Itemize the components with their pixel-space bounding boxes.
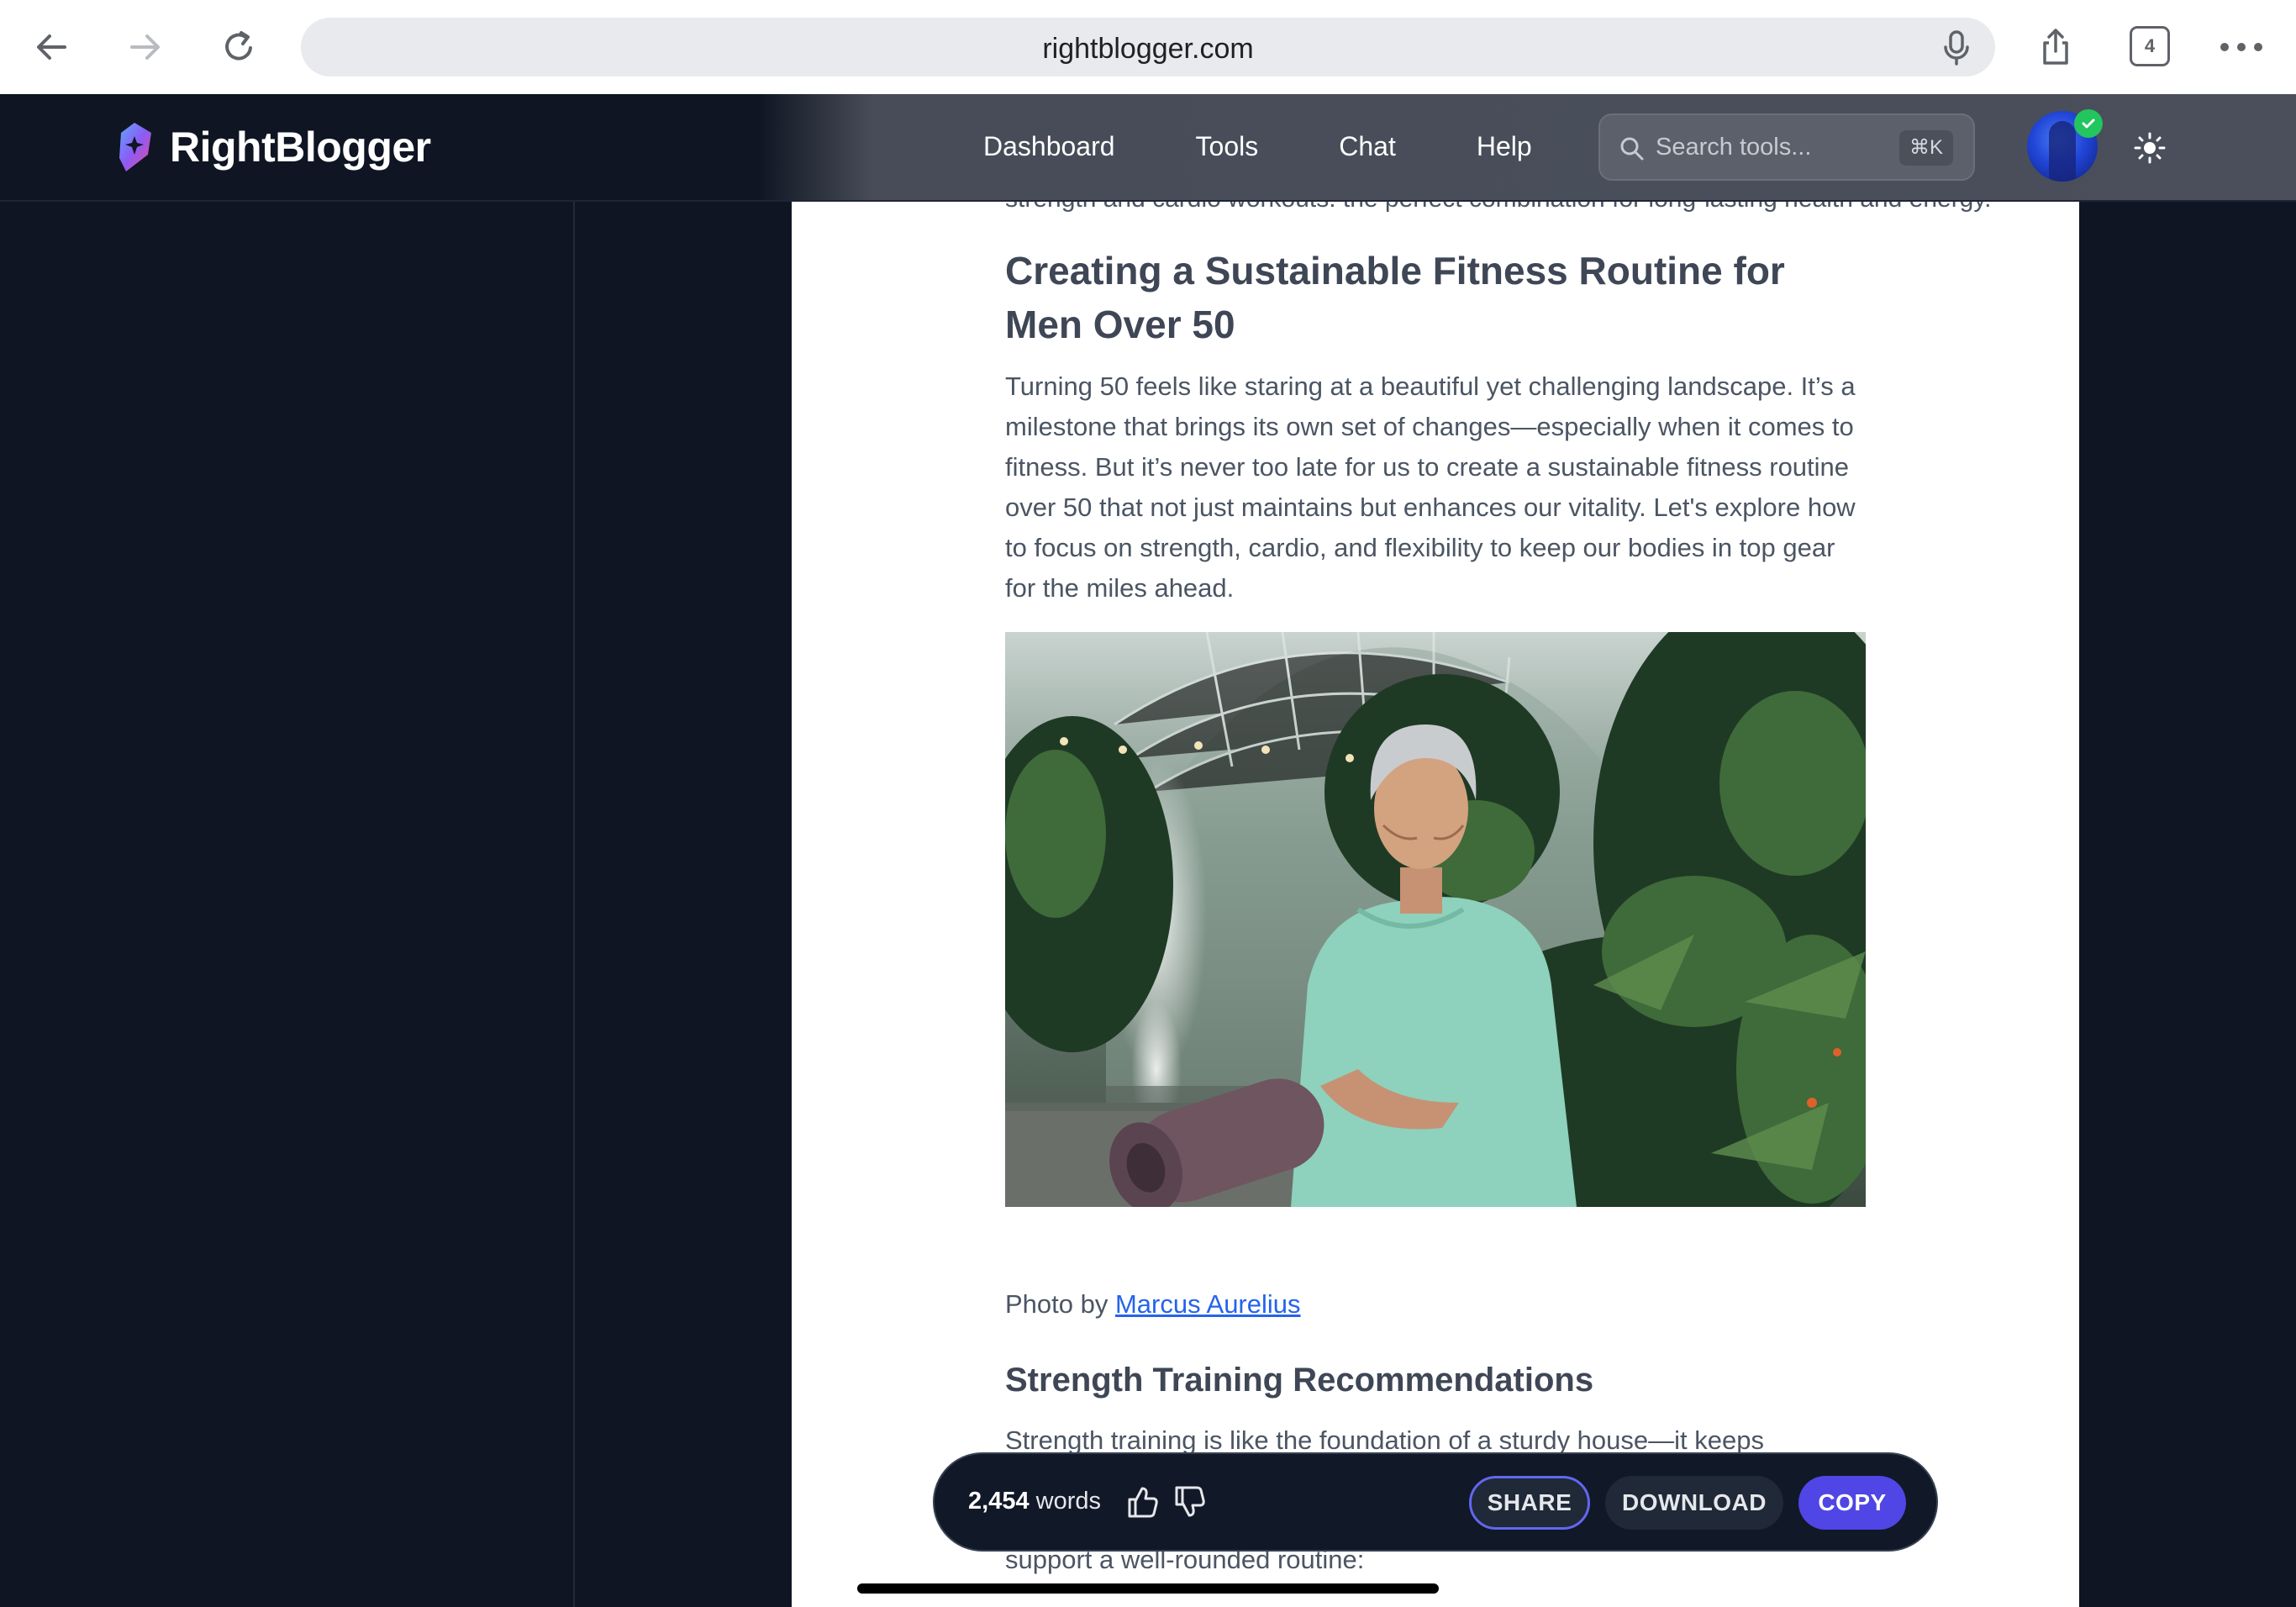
- brand-name: RightBlogger: [170, 124, 431, 171]
- reload-icon: [225, 31, 252, 61]
- article-action-bar: 2,454 words SHARE DOWNLOAD COPY: [933, 1452, 1938, 1552]
- share-icon: [2043, 29, 2068, 65]
- word-count: 2,454 words: [968, 1488, 1101, 1515]
- article-text-cut: strength and cardio workouts: the perfec…: [1005, 202, 1991, 213]
- microphone-icon[interactable]: [1940, 29, 1973, 66]
- share-page-button[interactable]: [2029, 20, 2083, 74]
- copy-button[interactable]: COPY: [1798, 1476, 1906, 1530]
- nav-dashboard[interactable]: Dashboard: [983, 131, 1115, 162]
- forward-button[interactable]: [118, 20, 171, 74]
- back-button[interactable]: [25, 20, 79, 74]
- intro-paragraph: Turning 50 feels like staring at a beaut…: [1005, 371, 1856, 603]
- search-icon: [1620, 137, 1644, 161]
- tab-switcher-button[interactable]: 4: [2130, 26, 2170, 66]
- search-tools-input[interactable]: Search tools... ⌘K: [1598, 113, 1975, 181]
- share-button[interactable]: SHARE: [1469, 1476, 1590, 1530]
- right-gutter: [2079, 202, 2296, 1607]
- more-menu-icon[interactable]: [2220, 35, 2262, 59]
- thumbs-down-icon[interactable]: [1172, 1484, 1207, 1520]
- photo-credit-prefix: Photo by: [1005, 1289, 1115, 1319]
- main-nav: Dashboard Tools Chat Help: [983, 131, 1613, 162]
- download-button[interactable]: DOWNLOAD: [1605, 1476, 1783, 1530]
- app-header: RightBlogger Dashboard Tools Chat Help S…: [0, 94, 2296, 202]
- browser-toolbar: rightblogger.com 4: [0, 0, 2296, 94]
- nav-tools[interactable]: Tools: [1196, 131, 1259, 162]
- word-count-value: 2,454: [968, 1488, 1030, 1515]
- arrow-right-icon: [130, 34, 160, 60]
- photo-credit: Photo by Marcus Aurelius: [1005, 1289, 1301, 1320]
- nav-help[interactable]: Help: [1477, 131, 1532, 162]
- article-photo: [1005, 632, 1866, 1207]
- sidebar-panel: [0, 202, 575, 1607]
- brand-logo[interactable]: RightBlogger: [114, 119, 431, 175]
- thumbs-up-icon[interactable]: [1124, 1484, 1160, 1520]
- logo-mark-icon: [119, 123, 151, 171]
- search-placeholder: Search tools...: [1656, 134, 1812, 161]
- article-preview: strength and cardio workouts: the perfec…: [792, 202, 2079, 1607]
- left-gutter: [577, 202, 792, 1607]
- theme-toggle-sun-icon[interactable]: [2133, 131, 2167, 165]
- arrow-left-icon: [37, 34, 66, 60]
- photo-credit-link[interactable]: Marcus Aurelius: [1115, 1289, 1301, 1319]
- section-heading: Creating a Sustainable Fitness Routine f…: [1005, 249, 1785, 346]
- subsection-heading: Strength Training Recommendations: [1005, 1362, 1594, 1399]
- url-text: rightblogger.com: [1042, 33, 1254, 65]
- nav-chat[interactable]: Chat: [1339, 131, 1396, 162]
- shortcut-badge: ⌘K: [1898, 130, 1953, 166]
- reload-button[interactable]: [212, 20, 266, 74]
- word-count-label: words: [1035, 1488, 1101, 1515]
- address-bar[interactable]: rightblogger.com: [301, 18, 1995, 76]
- home-indicator: [857, 1583, 1439, 1594]
- verified-badge-icon: [2074, 109, 2103, 138]
